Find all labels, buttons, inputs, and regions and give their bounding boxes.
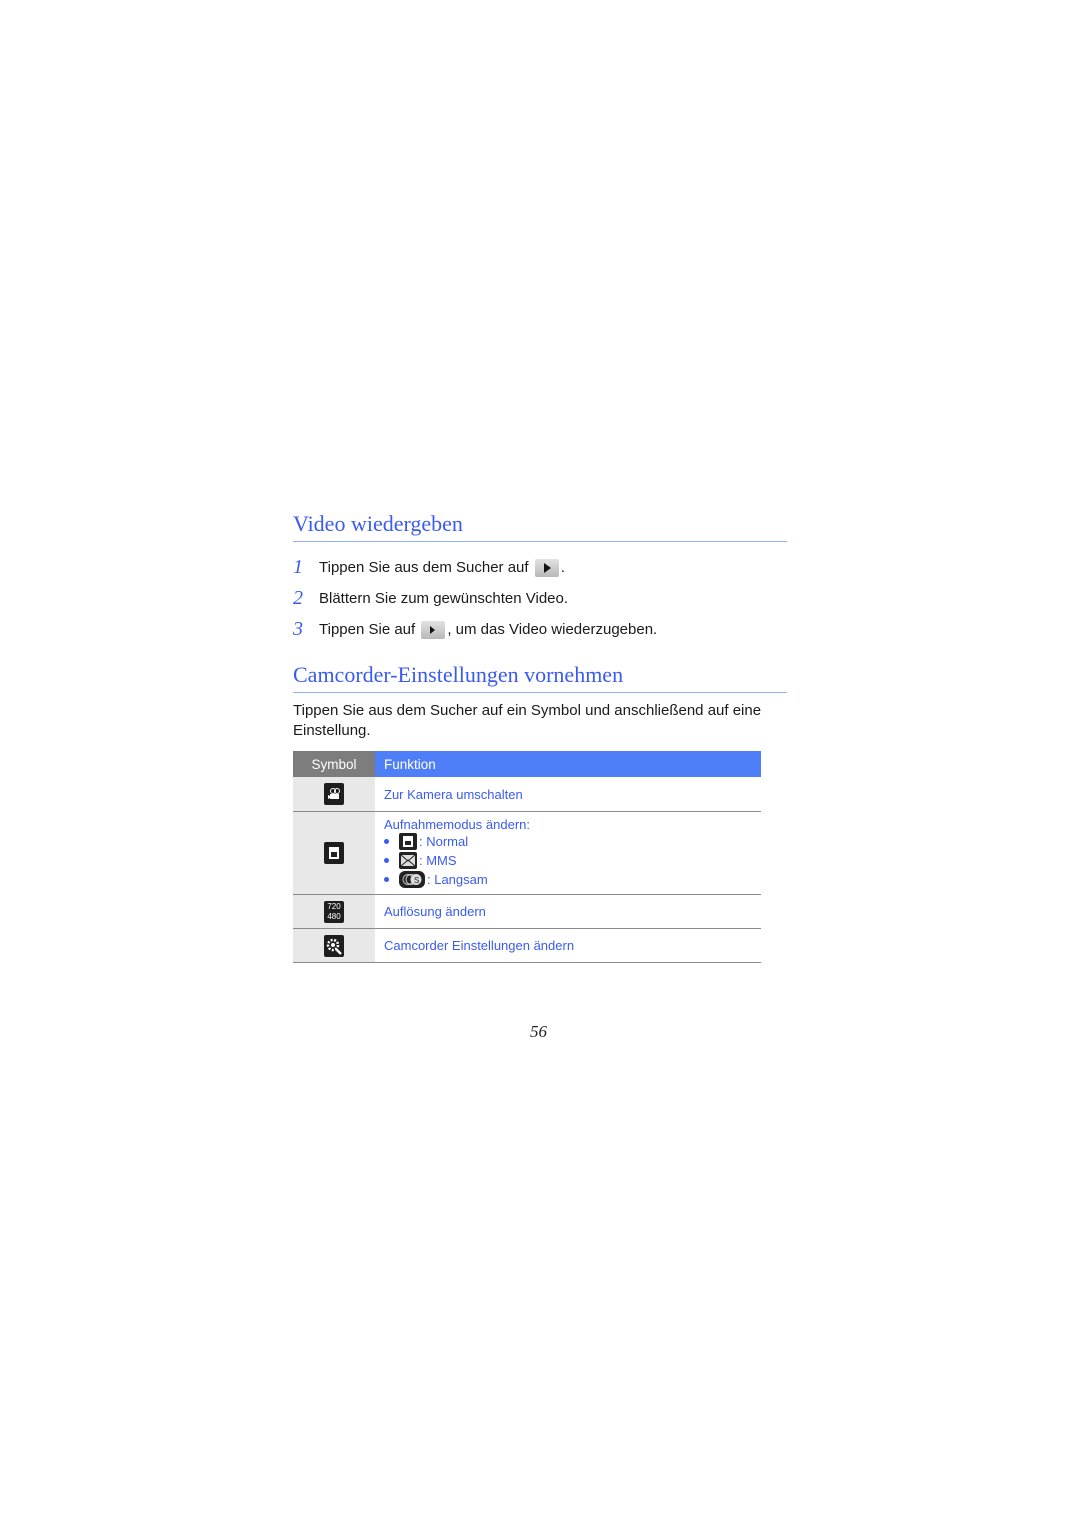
- steps-list: 1 Tippen Sie aus dem Sucher auf . 2 Blät…: [293, 552, 787, 645]
- function-text: Aufnahmemodus ändern:: [384, 817, 530, 832]
- option-slow: S : Langsam: [384, 870, 760, 889]
- step-1: 1 Tippen Sie aus dem Sucher auf .: [293, 552, 787, 583]
- play-icon: [534, 558, 559, 577]
- settings-icon: [324, 934, 344, 957]
- option-mms: : MMS: [384, 851, 760, 870]
- function-text: Auflösung ändern: [375, 894, 761, 929]
- step-3: 3 Tippen Sie auf , um das Video wiederzu…: [293, 614, 787, 645]
- mode-options: : Normal : MMS S : Langsam: [384, 832, 760, 889]
- section-title-camcorder-settings: Camcorder-Einstellungen vornehmen: [293, 661, 787, 693]
- play-icon: [421, 620, 446, 639]
- camera-switch-icon: [324, 783, 344, 805]
- function-text: Zur Kamera umschalten: [375, 777, 761, 812]
- option-normal: : Normal: [384, 832, 760, 851]
- step-number: 2: [293, 587, 303, 609]
- slow-motion-icon: S: [399, 871, 425, 888]
- step-text-end: , um das Video wiederzugeben.: [447, 621, 658, 638]
- option-label: : Langsam: [427, 872, 488, 887]
- step-number: 3: [293, 618, 303, 640]
- option-label: : Normal: [419, 834, 469, 849]
- table-row: Zur Kamera umschalten: [293, 777, 761, 812]
- table-row: Aufnahmemodus ändern: : Normal : MMS S: …: [293, 811, 761, 895]
- step-number: 1: [293, 556, 303, 578]
- page-number: 56: [530, 1022, 547, 1041]
- svg-text:S: S: [414, 876, 419, 885]
- resolution-icon: 720 480: [324, 900, 344, 923]
- mms-mode-icon: [399, 852, 417, 869]
- step-2: 2 Blättern Sie zum gewünschten Video.: [293, 583, 787, 614]
- page-content: Video wiedergeben 1 Tippen Sie aus dem S…: [293, 510, 787, 963]
- bullet-icon: [384, 858, 389, 863]
- resolution-bottom: 480: [327, 911, 341, 921]
- step-text: Tippen Sie auf: [319, 621, 420, 638]
- table-row: Camcorder Einstellungen ändern: [293, 928, 761, 963]
- recording-mode-icon: [324, 842, 344, 864]
- section-title-video-playback: Video wiedergeben: [293, 510, 787, 542]
- normal-mode-icon: [399, 833, 417, 850]
- bullet-icon: [384, 839, 389, 844]
- step-text: Tippen Sie aus dem Sucher auf: [319, 559, 533, 576]
- resolution-top: 720: [327, 901, 341, 911]
- header-function: Funktion: [375, 751, 761, 777]
- function-text: Camcorder Einstellungen ändern: [375, 928, 761, 963]
- step-text-end: .: [560, 559, 565, 576]
- step-text: Blättern Sie zum gewünschten Video.: [319, 590, 569, 607]
- option-label: : MMS: [419, 853, 457, 868]
- intro-paragraph: Tippen Sie aus dem Sucher auf ein Symbol…: [293, 702, 762, 739]
- table-header: Symbol Funktion: [293, 751, 761, 777]
- bullet-icon: [384, 877, 389, 882]
- settings-table: Symbol Funktion Zur Kamera umschalten Au…: [293, 751, 761, 963]
- header-symbol: Symbol: [293, 751, 375, 777]
- table-row: 720 480 Auflösung ändern: [293, 894, 761, 929]
